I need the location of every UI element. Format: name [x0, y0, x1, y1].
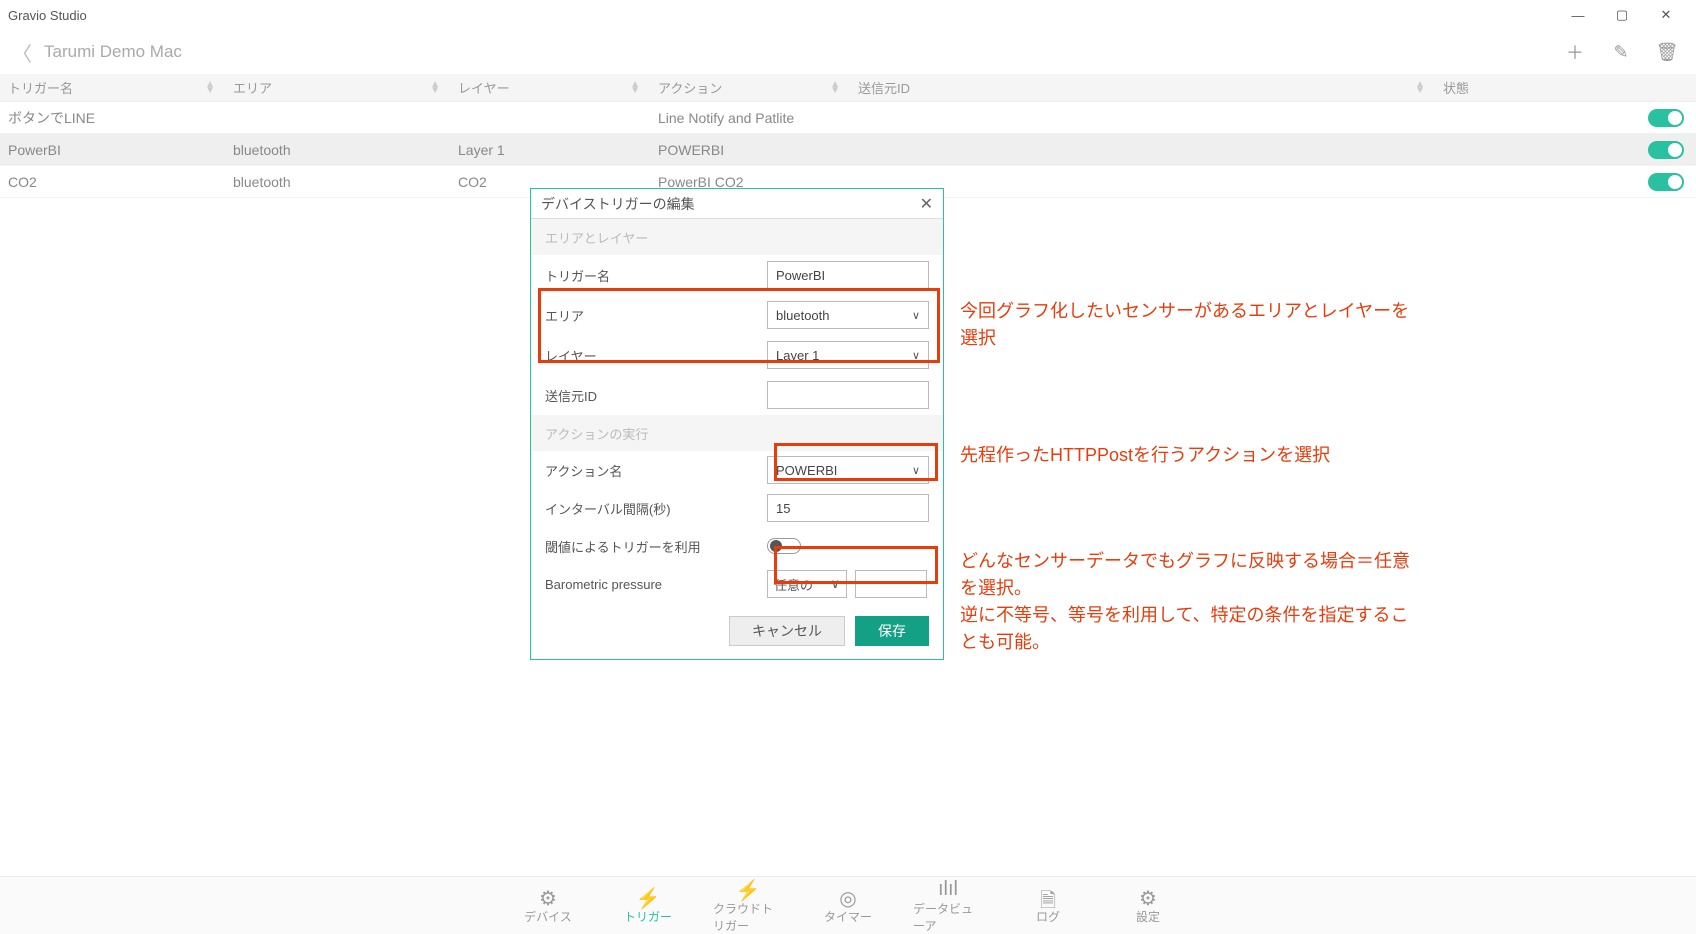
- navbar: 〈 Tarumi Demo Mac ＋ ✎ 🗑: [0, 30, 1696, 74]
- delete-icon[interactable]: 🗑: [1650, 35, 1684, 69]
- label-barometric: Barometric pressure: [545, 577, 767, 592]
- app-title: Gravio Studio: [8, 8, 87, 23]
- lightning-icon: ⚡: [636, 886, 661, 908]
- add-icon[interactable]: ＋: [1558, 35, 1592, 69]
- edit-trigger-modal: デバイストリガーの編集 ✕ エリアとレイヤー トリガー名 エリア bluetoo…: [530, 188, 944, 660]
- annotation-text-2: 先程作ったHTTPPostを行うアクションを選択: [960, 442, 1420, 469]
- table-header: トリガー名▲▼ エリア▲▼ レイヤー▲▼ アクション▲▼ 送信元ID▲▼ 状態: [0, 74, 1696, 102]
- label-action-name: アクション名: [545, 461, 767, 480]
- table-row[interactable]: PowerBIbluetoothLayer 1POWERBI: [0, 134, 1696, 166]
- section-area-layer: エリアとレイヤー: [531, 219, 943, 255]
- trigger-name-input[interactable]: [767, 261, 929, 289]
- save-button[interactable]: 保存: [855, 616, 929, 646]
- area-select[interactable]: bluetooth∨: [767, 301, 929, 329]
- window-minimize[interactable]: —: [1556, 0, 1600, 30]
- edit-icon[interactable]: ✎: [1604, 35, 1638, 69]
- breadcrumb: Tarumi Demo Mac: [44, 42, 182, 62]
- label-threshold: 閾値によるトリガーを利用: [545, 537, 767, 556]
- section-action-exec: アクションの実行: [531, 415, 943, 451]
- nav-device[interactable]: ⚙デバイス: [513, 877, 583, 934]
- gear-icon: ⚙: [1139, 886, 1157, 908]
- window-close[interactable]: ✕: [1644, 0, 1688, 30]
- cloud-lightning-icon: ⚡: [736, 878, 761, 900]
- gear-icon: ⚙: [539, 886, 557, 908]
- col-sender[interactable]: 送信元ID: [858, 78, 910, 97]
- document-icon: 🗎: [1040, 886, 1056, 908]
- nav-settings[interactable]: ⚙設定: [1113, 877, 1183, 934]
- nav-data-viewer[interactable]: ılılデータビューア: [913, 877, 983, 934]
- sender-id-input[interactable]: [767, 381, 929, 409]
- col-area[interactable]: エリア: [233, 78, 272, 97]
- state-toggle[interactable]: [1648, 141, 1684, 159]
- barometric-value-input[interactable]: [855, 570, 927, 598]
- col-layer[interactable]: レイヤー: [458, 78, 510, 97]
- modal-title: デバイストリガーの編集: [541, 194, 695, 214]
- titlebar: Gravio Studio — ▢ ✕: [0, 0, 1696, 30]
- timer-icon: ◎: [839, 886, 856, 908]
- nav-cloud-trigger[interactable]: ⚡クラウドトリガー: [713, 877, 783, 934]
- chart-icon: ılıl: [938, 878, 958, 900]
- window-maximize[interactable]: ▢: [1600, 0, 1644, 30]
- nav-trigger[interactable]: ⚡トリガー: [613, 877, 683, 934]
- nav-timer[interactable]: ◎タイマー: [813, 877, 883, 934]
- label-trigger-name: トリガー名: [545, 266, 767, 285]
- back-chevron-icon[interactable]: 〈: [12, 38, 32, 67]
- label-interval: インターバル間隔(秒): [545, 499, 767, 518]
- state-toggle[interactable]: [1648, 173, 1684, 191]
- col-trigger[interactable]: トリガー名: [8, 78, 73, 97]
- label-layer: レイヤー: [545, 346, 767, 365]
- interval-input[interactable]: [767, 494, 929, 522]
- cancel-button[interactable]: キャンセル: [729, 616, 845, 646]
- threshold-toggle[interactable]: [767, 538, 801, 554]
- table-row[interactable]: ボタンでLINELine Notify and Patlite: [0, 102, 1696, 134]
- annotation-text-1: 今回グラフ化したいセンサーがあるエリアとレイヤーを選択: [960, 298, 1420, 352]
- annotation-text-3: どんなセンサーデータでもグラフに反映する場合＝任意を選択。 逆に不等号、等号を利…: [960, 548, 1420, 656]
- label-area: エリア: [545, 306, 767, 325]
- bottom-nav: ⚙デバイス ⚡トリガー ⚡クラウドトリガー ◎タイマー ılılデータビューア …: [0, 876, 1696, 934]
- col-action[interactable]: アクション: [658, 78, 722, 97]
- label-sender-id: 送信元ID: [545, 386, 767, 405]
- barometric-condition-select[interactable]: 任意の∨: [767, 570, 847, 598]
- action-name-select[interactable]: POWERBI∨: [767, 456, 929, 484]
- layer-select[interactable]: Layer 1∨: [767, 341, 929, 369]
- col-state[interactable]: 状態: [1443, 78, 1469, 97]
- state-toggle[interactable]: [1648, 109, 1684, 127]
- nav-log[interactable]: 🗎ログ: [1013, 877, 1083, 934]
- close-icon[interactable]: ✕: [920, 194, 933, 214]
